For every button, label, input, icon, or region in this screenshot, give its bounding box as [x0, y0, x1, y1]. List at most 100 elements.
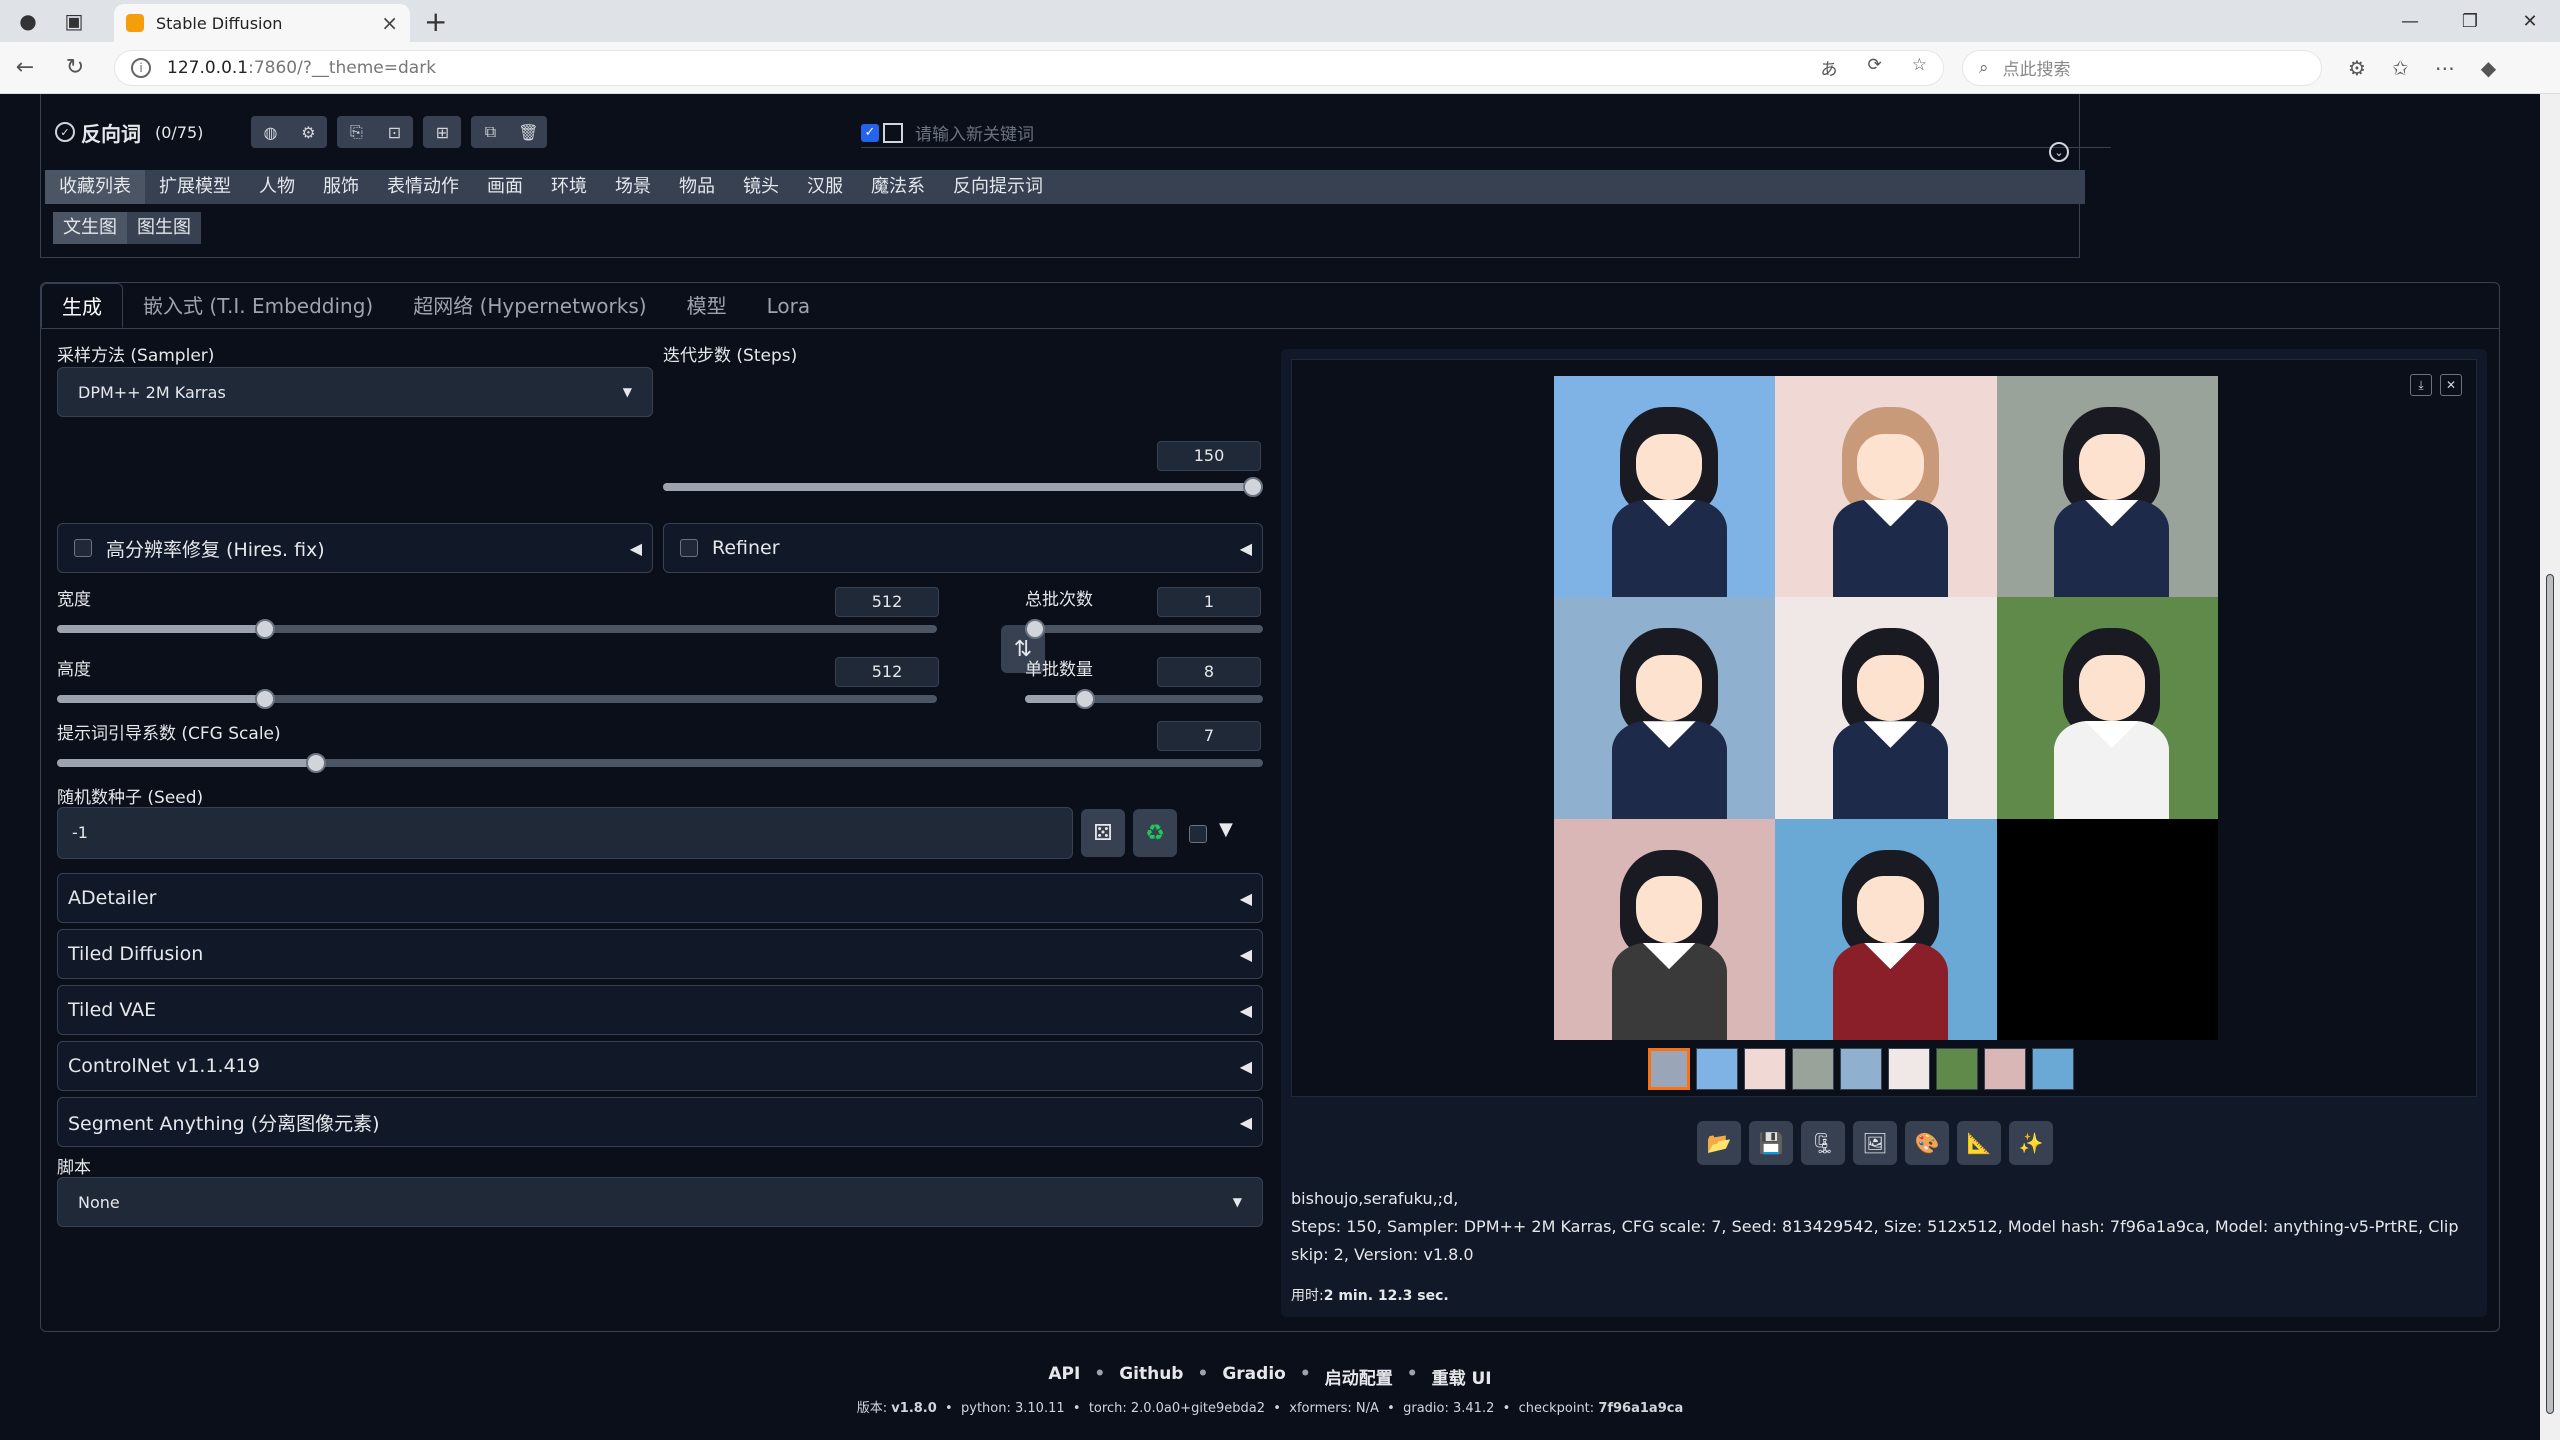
cat-tab-scene-view[interactable]: 画面	[473, 170, 537, 204]
refresh-page-icon[interactable]: ⟳	[1868, 55, 1882, 80]
tiled-diffusion-accordion[interactable]: Tiled Diffusion ◀	[57, 929, 1263, 979]
batch-count-input[interactable]: 1	[1157, 587, 1261, 617]
cat-tab-extension-models[interactable]: 扩展模型	[145, 170, 245, 204]
reuse-seed-button[interactable]: ♻	[1133, 809, 1177, 857]
cfg-slider[interactable]	[57, 753, 1263, 773]
trash-icon[interactable]: 🗑	[509, 116, 547, 148]
send-to-inpaint-button[interactable]: 🎨	[1905, 1121, 1949, 1165]
send-to-img2img-button[interactable]: 🖼	[1853, 1121, 1897, 1165]
thumbnail-grid[interactable]	[1648, 1048, 1690, 1090]
keyword-box-icon[interactable]	[883, 122, 903, 143]
sub-tab-txt2img[interactable]: 文生图	[53, 212, 127, 244]
close-icon[interactable]: ✕	[2440, 374, 2462, 396]
layout-icon[interactable]: ⊞	[423, 116, 461, 148]
cat-tab-environment[interactable]: 环境	[537, 170, 601, 204]
cat-tab-expression[interactable]: 表情动作	[373, 170, 473, 204]
thumbnail[interactable]	[1744, 1048, 1786, 1090]
hires-fix-checkbox[interactable]	[74, 539, 92, 557]
favorite-star-icon[interactable]: ☆	[1912, 55, 1927, 80]
cat-tab-objects[interactable]: 物品	[665, 170, 729, 204]
sub-tab-img2img[interactable]: 图生图	[127, 212, 201, 244]
cat-tab-magic[interactable]: 魔法系	[857, 170, 939, 204]
tiled-vae-accordion[interactable]: Tiled VAE ◀	[57, 985, 1263, 1035]
new-tab-icon[interactable]: +	[424, 5, 447, 38]
tab-models[interactable]: 模型	[667, 283, 747, 328]
batch-size-slider[interactable]	[1025, 689, 1263, 709]
refiner-accordion[interactable]: Refiner ◀	[663, 523, 1263, 573]
cat-tab-negative[interactable]: 反向提示词	[939, 170, 1057, 204]
extra-seed-toggle-icon[interactable]: ▼	[1219, 819, 1233, 840]
reload-icon[interactable]: ↻	[50, 55, 100, 80]
cat-tab-camera[interactable]: 镜头	[729, 170, 793, 204]
cat-tab-hanfu[interactable]: 汉服	[793, 170, 857, 204]
height-slider[interactable]	[57, 689, 937, 709]
random-seed-button[interactable]: ⚄	[1081, 809, 1125, 857]
cat-tab-favorites[interactable]: 收藏列表	[45, 170, 145, 204]
tab-actions-icon[interactable]: ▣	[56, 5, 92, 37]
restore-icon[interactable]: ❐	[2440, 11, 2500, 32]
batch-size-input[interactable]: 8	[1157, 657, 1261, 687]
steps-slider[interactable]	[663, 477, 1263, 497]
translate-icon[interactable]: ◍	[251, 116, 289, 148]
read-aloud-icon[interactable]: あ	[1821, 55, 1838, 80]
thumbnail[interactable]	[1792, 1048, 1834, 1090]
footer-link-reload-ui[interactable]: 重载 UI	[1432, 1364, 1492, 1389]
controlnet-accordion[interactable]: ControlNet v1.1.419 ◀	[57, 1041, 1263, 1091]
download-icon[interactable]: ⤓	[2410, 374, 2432, 396]
site-info-icon[interactable]: i	[131, 57, 151, 78]
browser-tab[interactable]: Stable Diffusion ×	[114, 4, 410, 42]
thumbnail[interactable]	[1936, 1048, 1978, 1090]
height-input[interactable]: 512	[835, 657, 939, 687]
copilot-icon[interactable]: ◆	[2481, 56, 2496, 80]
thumbnail[interactable]	[1888, 1048, 1930, 1090]
cfg-input[interactable]: 7	[1157, 721, 1261, 751]
scrollbar-thumb[interactable]	[2546, 574, 2554, 1414]
footer-link-startup[interactable]: 启动配置	[1325, 1364, 1393, 1389]
page-scrollbar[interactable]	[2540, 94, 2560, 1440]
browser-search[interactable]: ⌕ 点此搜索	[1962, 49, 2322, 86]
url-field[interactable]: i 127.0.0.1:7860/?__theme=dark あ ⟳ ☆	[114, 49, 1944, 86]
tab-hypernetworks[interactable]: 超网络 (Hypernetworks)	[393, 283, 666, 328]
close-window-icon[interactable]: ✕	[2500, 11, 2560, 32]
adetailer-accordion[interactable]: ADetailer ◀	[57, 873, 1263, 923]
history-icon[interactable]: ⎘	[337, 116, 375, 148]
tab-lora[interactable]: Lora	[747, 283, 831, 328]
sampler-select[interactable]: DPM++ 2M Karras ▼	[57, 367, 653, 417]
segment-anything-accordion[interactable]: Segment Anything (分离图像元素) ◀	[57, 1097, 1263, 1147]
hires-fix-accordion[interactable]: 高分辨率修复 (Hires. fix) ◀	[57, 523, 653, 573]
bookmark-icon[interactable]: ⊡	[375, 116, 413, 148]
width-slider[interactable]	[57, 619, 937, 639]
more-icon[interactable]: ⋯	[2435, 56, 2455, 80]
favorites-icon[interactable]: ✩	[2392, 56, 2409, 80]
minimize-icon[interactable]: —	[2380, 11, 2440, 32]
expand-icon[interactable]: ⌄	[2049, 142, 2069, 162]
footer-link-gradio[interactable]: Gradio	[1222, 1364, 1285, 1389]
batch-count-slider[interactable]	[1025, 619, 1263, 639]
refiner-checkbox[interactable]	[680, 539, 698, 557]
footer-link-github[interactable]: Github	[1119, 1364, 1183, 1389]
footer-link-api[interactable]: API	[1048, 1364, 1080, 1389]
cat-tab-character[interactable]: 人物	[245, 170, 309, 204]
tab-embedding[interactable]: 嵌入式 (T.I. Embedding)	[123, 283, 393, 328]
image-grid[interactable]	[1554, 376, 2218, 1040]
steps-input[interactable]: 150	[1157, 441, 1261, 471]
send-to-extras-button[interactable]: 📐	[1957, 1121, 2001, 1165]
collapse-icon[interactable]: ✓	[55, 122, 75, 142]
thumbnail[interactable]	[1984, 1048, 2026, 1090]
profile-icon[interactable]: ●	[10, 5, 46, 37]
back-icon[interactable]: ←	[0, 55, 50, 80]
save-button[interactable]: 💾	[1749, 1121, 1793, 1165]
thumbnail[interactable]	[2032, 1048, 2074, 1090]
open-folder-button[interactable]: 📂	[1697, 1121, 1741, 1165]
extra-seed-checkbox[interactable]	[1189, 825, 1207, 843]
keyword-input[interactable]: ✓ 请输入新关键词	[861, 118, 2111, 148]
close-tab-icon[interactable]: ×	[381, 11, 398, 35]
thumbnail[interactable]	[1696, 1048, 1738, 1090]
width-input[interactable]: 512	[835, 587, 939, 617]
copy-icon[interactable]: ⧉	[471, 116, 509, 148]
keyword-checkbox[interactable]: ✓	[861, 123, 879, 142]
zip-button[interactable]: 🗜	[1801, 1121, 1845, 1165]
thumbnail[interactable]	[1840, 1048, 1882, 1090]
script-select[interactable]: None ▼	[57, 1177, 1263, 1227]
settings-icon[interactable]: ⚙	[289, 116, 327, 148]
